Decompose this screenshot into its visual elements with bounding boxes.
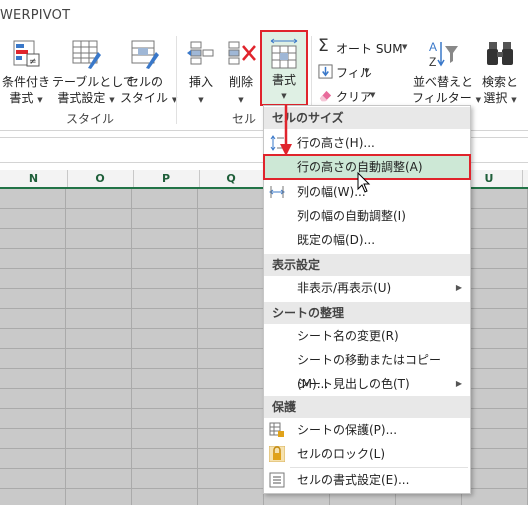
insert-label: 挿入 <box>188 75 213 89</box>
find-select-button[interactable]: 検索と 選択 ▼ <box>474 38 526 106</box>
mouse-pointer-icon <box>357 172 371 193</box>
fill-button[interactable]: フィル ▼ <box>316 62 376 82</box>
format-as-table-button[interactable]: テーブルとして 書式設定 ▼ <box>52 38 135 106</box>
styles-group-label: スタイル <box>66 112 115 126</box>
format-icon <box>270 38 298 69</box>
tab-color-label: シート見出しの色(T) <box>297 377 410 391</box>
menu-section-organize-sheets: シートの整理 <box>264 302 470 324</box>
cell-styles-label2: スタイル ▼ <box>120 91 178 105</box>
format-dropdown-icon: ▼ <box>281 92 287 100</box>
binoculars-icon <box>487 42 513 65</box>
rename-sheet-label: シート名の変更(R) <box>297 329 399 343</box>
find-select-label1: 検索と <box>481 75 518 89</box>
menu-section-protection: 保護 <box>264 396 470 418</box>
insert-cells-icon <box>187 41 214 65</box>
row-height-label: 行の高さ(H)... <box>297 136 375 150</box>
format-dropdown-menu: セルのサイズ 行の高さ(H)... 行の高さの自動調整(A) 列の幅(W)...… <box>263 105 471 494</box>
menu-section-cell-size: セルのサイズ <box>264 107 470 129</box>
svg-text:≠: ≠ <box>29 57 37 67</box>
menu-section-visibility: 表示設定 <box>264 254 470 276</box>
menu-item-autofit-column-width[interactable]: 列の幅の自動調整(I) <box>264 204 470 228</box>
cells-group-label: セル <box>232 112 257 126</box>
sigma-icon: Σ <box>318 36 329 56</box>
format-cells-label: セルの書式設定(E)... <box>297 473 410 487</box>
menu-item-row-height[interactable]: 行の高さ(H)... <box>264 131 470 155</box>
svg-text:Z: Z <box>429 55 436 69</box>
conditional-format-label2: 書式 ▼ <box>9 91 43 105</box>
protect-sheet-label: シートの保護(P)... <box>297 423 398 437</box>
clear-label: クリア <box>336 90 373 104</box>
table-format-icon <box>72 40 101 69</box>
menu-item-format-cells[interactable]: セルの書式設定(E)... <box>264 468 470 492</box>
sort-filter-icon: A Z <box>429 40 458 69</box>
submenu-arrow-icon: ▶ <box>455 379 462 388</box>
format-button[interactable]: 書式 ▼ <box>260 30 308 106</box>
column-header-q[interactable]: Q <box>199 170 264 187</box>
ribbon-separator <box>176 36 177 124</box>
cell-styles-label1: セルの <box>126 75 163 89</box>
cell-styles-button[interactable]: セルの スタイル ▼ <box>120 38 178 106</box>
column-header-n[interactable]: N <box>0 170 68 187</box>
autosum-label: オート SUM <box>336 42 403 56</box>
conditional-format-button[interactable]: ≠ 条件付き 書式 ▼ <box>2 38 50 106</box>
format-as-table-label2: 書式設定 ▼ <box>57 91 115 105</box>
delete-button[interactable]: 削除 ▼ <box>222 38 260 106</box>
submenu-arrow-icon: ▶ <box>455 283 462 292</box>
eraser-icon <box>319 90 332 102</box>
column-width-label: 列の幅(W)... <box>297 185 366 199</box>
menu-item-lock-cell[interactable]: セルのロック(L) <box>264 442 470 466</box>
sort-filter-label1: 並べ替えと <box>412 75 473 89</box>
insert-button[interactable]: 挿入 ▼ <box>182 38 220 106</box>
column-width-icon <box>269 186 285 198</box>
format-cells-icon <box>269 472 285 488</box>
autosum-button[interactable]: Σ オート SUM ▼ <box>316 36 412 58</box>
menu-item-hide-unhide[interactable]: 非表示/再表示(U) ▶ <box>264 276 470 300</box>
cell-styles-icon <box>131 40 159 69</box>
protect-sheet-icon <box>269 422 284 437</box>
conditional-format-icon: ≠ <box>13 40 40 67</box>
default-width-label: 既定の幅(D)... <box>297 233 376 247</box>
autofit-column-width-label: 列の幅の自動調整(I) <box>297 209 406 223</box>
menu-item-tab-color[interactable]: シート見出しの色(T) ▶ <box>264 372 470 396</box>
clear-dropdown-icon: ▼ <box>370 91 376 99</box>
format-label: 書式 <box>271 73 296 87</box>
column-header-p[interactable]: P <box>133 170 200 187</box>
callout-arrow-icon <box>280 104 292 156</box>
column-header-o[interactable]: O <box>67 170 134 187</box>
delete-label: 削除 <box>228 75 253 89</box>
conditional-format-label1: 条件付き <box>2 75 51 89</box>
lock-cell-label: セルのロック(L) <box>297 447 386 461</box>
menu-item-protect-sheet[interactable]: シートの保護(P)... <box>264 418 470 442</box>
insert-dropdown-icon: ▼ <box>198 96 204 104</box>
delete-dropdown-icon: ▼ <box>238 96 244 104</box>
menu-item-move-copy-sheet[interactable]: シートの移動またはコピー(M)... <box>264 348 470 391</box>
menu-item-rename-sheet[interactable]: シート名の変更(R) <box>264 324 470 348</box>
svg-text:A: A <box>429 40 437 54</box>
menu-item-default-width[interactable]: 既定の幅(D)... <box>264 228 470 252</box>
fill-down-icon <box>318 64 333 79</box>
hide-unhide-label: 非表示/再表示(U) <box>297 281 392 295</box>
lock-icon <box>269 446 285 462</box>
find-select-label2: 選択 ▼ <box>483 91 517 105</box>
autosum-dropdown-icon: ▼ <box>402 43 408 51</box>
clear-button[interactable]: クリア ▼ <box>316 86 376 106</box>
format-as-table-label1: テーブルとして <box>52 75 135 89</box>
ribbon-tab-title: WERPIVOT <box>0 8 71 23</box>
delete-cells-icon <box>228 41 256 65</box>
sort-filter-button[interactable]: A Z 並べ替えと フィルター ▼ <box>412 38 481 106</box>
fill-dropdown-icon: ▼ <box>364 67 370 75</box>
